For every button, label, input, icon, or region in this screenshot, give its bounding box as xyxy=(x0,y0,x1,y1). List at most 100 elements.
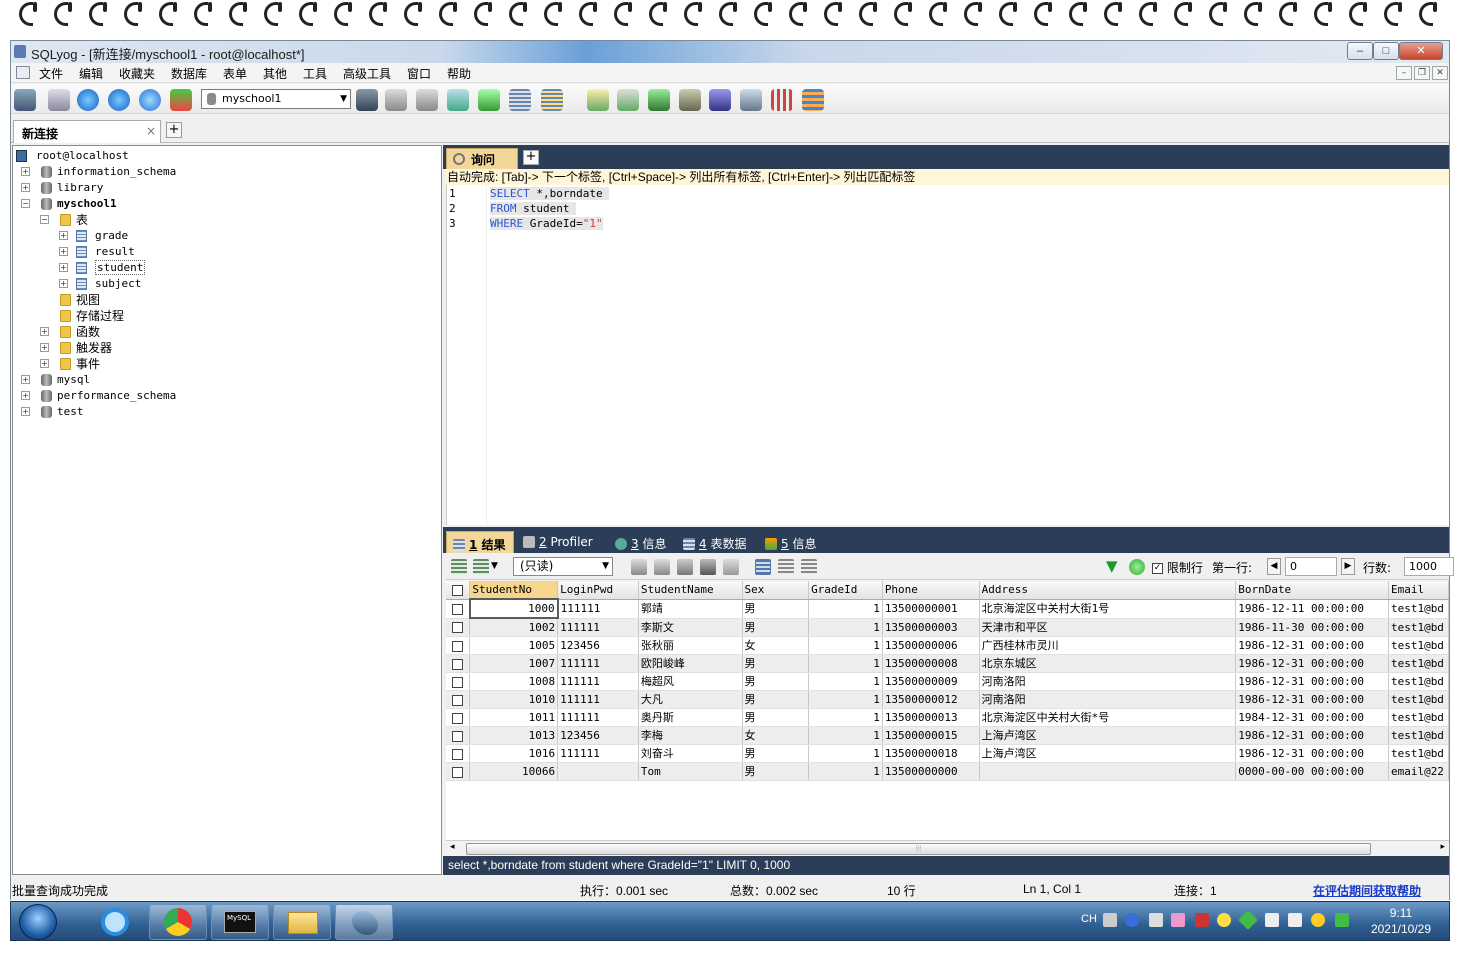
network-flag-icon[interactable] xyxy=(1195,913,1209,927)
table-cell[interactable]: 河南洛阳 xyxy=(979,672,1237,691)
table-cell[interactable]: 13500000012 xyxy=(882,690,980,709)
limit-rows-checkbox[interactable]: ✓ 限制行 xyxy=(1152,559,1203,576)
close-button[interactable]: ✕ xyxy=(1399,42,1443,60)
menu-other[interactable]: 其他 xyxy=(263,65,287,82)
table-cell[interactable]: 123456 xyxy=(557,636,639,655)
menu-tools[interactable]: 工具 xyxy=(303,65,327,82)
new-query-icon[interactable] xyxy=(48,89,70,111)
table-cell[interactable]: 上海卢湾区 xyxy=(979,726,1237,745)
table-cell[interactable]: 1986-12-31 00:00:00 xyxy=(1235,672,1389,691)
expand-icon[interactable]: + xyxy=(59,279,68,288)
tree-folder-procedures[interactable]: 存储过程 xyxy=(40,308,124,324)
table-cell[interactable]: 1 xyxy=(808,654,883,673)
table-row[interactable]: 1010 111111 大凡男 1 13500000012 河南洛阳 1986-12-31 … xyxy=(446,690,1449,709)
table-cell[interactable]: 123456 xyxy=(557,726,639,745)
table-cell[interactable]: 1986-12-31 00:00:00 xyxy=(1235,654,1389,673)
column-header[interactable]: StudentName xyxy=(638,581,743,600)
close-icon[interactable]: × xyxy=(146,124,156,138)
expand-icon[interactable]: + xyxy=(59,247,68,256)
table-cell[interactable]: Tom xyxy=(638,762,743,781)
tree-table-student[interactable]: + student xyxy=(59,260,146,276)
import-grid-icon[interactable] xyxy=(473,559,489,575)
checkbox[interactable] xyxy=(452,766,464,778)
scroll-left-icon[interactable]: ◂ xyxy=(450,842,455,852)
designer-icon[interactable] xyxy=(802,89,824,111)
job-agent-icon[interactable] xyxy=(679,89,701,111)
table-cell[interactable]: 张秋丽 xyxy=(638,636,743,655)
tree-folder-functions[interactable]: + 函数 xyxy=(40,324,100,340)
tree-folder-tables[interactable]: − 表 xyxy=(40,212,88,228)
table-row[interactable]: 1008 111111 梅超风男 1 13500000009 河南洛阳 1986-12-31… xyxy=(446,672,1449,691)
ime-indicator[interactable]: CH xyxy=(1081,913,1097,925)
row-checkbox[interactable] xyxy=(446,726,471,745)
tree-root[interactable]: root@localhost xyxy=(16,148,129,164)
table-cell[interactable]: 1 xyxy=(808,636,883,655)
table-cell[interactable]: 13500000006 xyxy=(882,636,980,655)
add-row-icon[interactable] xyxy=(631,559,647,575)
table-cell[interactable]: 1007 xyxy=(469,654,559,673)
table-cell[interactable]: test1@bd xyxy=(1388,708,1449,727)
first-row-input[interactable]: 0 xyxy=(1285,557,1337,576)
table-cell[interactable]: 1016 xyxy=(469,744,559,763)
table-cell[interactable]: 北京海淀区中关村大街*号 xyxy=(979,708,1237,727)
table-cell[interactable]: 1000 xyxy=(468,598,559,619)
monitor-icon[interactable] xyxy=(740,89,762,111)
expand-icon[interactable]: + xyxy=(21,407,30,416)
table-cell[interactable]: 1986-12-31 00:00:00 xyxy=(1235,744,1389,763)
checkbox[interactable] xyxy=(452,658,464,670)
table-cell[interactable]: test1@bd xyxy=(1388,636,1449,655)
restore-icon[interactable] xyxy=(416,89,438,111)
filter-icon[interactable]: ▼ xyxy=(1106,557,1122,575)
table-cell[interactable]: 13500000000 xyxy=(882,762,980,781)
checkbox[interactable] xyxy=(452,584,464,596)
add-query-tab-button[interactable]: + xyxy=(523,150,539,165)
chrome-taskbar-button[interactable] xyxy=(149,904,207,940)
table-cell[interactable]: 女 xyxy=(742,726,810,745)
horizontal-scrollbar[interactable]: ◂ ⦙⦙⦙ ▸ xyxy=(446,840,1449,856)
table-cell[interactable]: 1986-11-30 00:00:00 xyxy=(1235,618,1389,637)
table-cell[interactable]: 男 xyxy=(742,762,810,781)
table-cell[interactable]: 北京东城区 xyxy=(979,654,1237,673)
table-cell[interactable]: test1@bd xyxy=(1388,744,1449,763)
expand-icon[interactable]: + xyxy=(59,263,68,272)
table-cell[interactable]: test1@bd xyxy=(1388,654,1449,673)
tree-db-mysql[interactable]: + mysql xyxy=(21,372,90,388)
table-cell[interactable]: 大凡 xyxy=(638,690,743,709)
export-grid-icon[interactable] xyxy=(451,559,467,575)
tree-db-performance-schema[interactable]: + performance_schema xyxy=(21,388,176,404)
table-cell[interactable]: test1@bd xyxy=(1388,690,1449,709)
table-cell[interactable]: 男 xyxy=(742,599,810,619)
table-cell[interactable]: 男 xyxy=(742,654,810,673)
table-cell[interactable]: 河南洛阳 xyxy=(979,690,1237,709)
sql-editor[interactable]: 1 2 3 SELECT *,borndate FROM student WHE… xyxy=(446,185,1449,525)
table-cell[interactable]: 北京海淀区中关村大街1号 xyxy=(979,599,1237,619)
help-icon[interactable] xyxy=(1125,913,1139,927)
row-checkbox[interactable] xyxy=(446,744,471,763)
diamond-icon[interactable] xyxy=(1238,910,1258,930)
table-cell[interactable]: 奥丹斯 xyxy=(638,708,743,727)
tab-profiler[interactable]: 2 Profiler xyxy=(523,531,593,553)
next-page-button[interactable]: ▶ xyxy=(1341,558,1355,575)
text-view-icon[interactable] xyxy=(801,559,817,575)
mdi-close-icon[interactable]: ✕ xyxy=(1432,66,1448,80)
tree-table-grade[interactable]: + grade xyxy=(59,228,128,244)
table-cell[interactable]: 1 xyxy=(808,726,883,745)
table-cell[interactable]: 女 xyxy=(742,636,810,655)
table-cell[interactable]: 111111 xyxy=(557,618,639,637)
table-cell[interactable]: 111111 xyxy=(557,654,639,673)
table-cell[interactable]: 李梅 xyxy=(638,726,743,745)
table-cell[interactable]: 1986-12-31 00:00:00 xyxy=(1235,636,1389,655)
table-cell[interactable]: 1 xyxy=(808,708,883,727)
table-row[interactable]: 1000 111111 郭靖男 1 13500000001 北京海淀区中关村大街1号 198… xyxy=(446,598,1449,619)
table-cell[interactable] xyxy=(557,762,639,781)
table-cell[interactable]: 1010 xyxy=(469,690,559,709)
table-row[interactable]: 10066 Tom 男 1 13500000000 0000-00-00 00:00:00… xyxy=(446,762,1449,781)
user-manager-icon[interactable] xyxy=(356,89,378,111)
table-cell[interactable]: test1@bd xyxy=(1388,726,1449,745)
cancel-icon[interactable] xyxy=(723,559,739,575)
sync-icon[interactable] xyxy=(587,89,609,111)
table-cell[interactable]: test1@bd xyxy=(1388,672,1449,691)
table-cell[interactable]: 梅超风 xyxy=(638,672,743,691)
table-cell[interactable]: 1 xyxy=(808,618,883,637)
checkbox[interactable] xyxy=(452,730,464,742)
